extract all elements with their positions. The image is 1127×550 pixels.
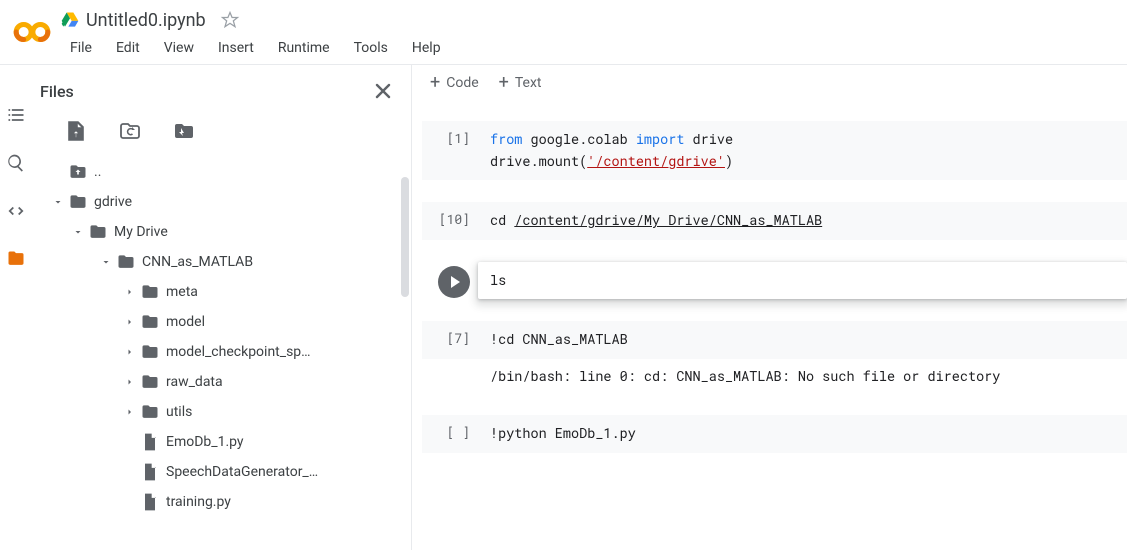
plus-icon: + bbox=[430, 76, 440, 90]
insert-toolbar: + Code + Text bbox=[412, 65, 1127, 101]
chevron-right-icon[interactable] bbox=[120, 312, 140, 332]
menu-view[interactable]: View bbox=[154, 36, 204, 60]
folder-icon bbox=[140, 282, 160, 302]
code-editor[interactable]: cd /content/gdrive/My Drive/CNN_as_MATLA… bbox=[478, 202, 1127, 240]
code-editor[interactable]: !cd CNN_as_MATLAB bbox=[478, 321, 1127, 359]
tree-label: raw_data bbox=[166, 374, 223, 390]
tree-file[interactable]: SpeechDataGenerator_… bbox=[40, 457, 411, 487]
code-cell[interactable]: [ ] !python EmoDb_1.py bbox=[422, 415, 1127, 453]
tree-label: training.py bbox=[166, 494, 231, 510]
cell-prompt: [ ] bbox=[447, 423, 470, 441]
add-text-button[interactable]: + Text bbox=[499, 75, 542, 91]
cell-prompt: [1] bbox=[447, 129, 470, 147]
chevron-right-icon[interactable] bbox=[120, 372, 140, 392]
left-rail bbox=[0, 65, 32, 550]
tree-folder-gdrive[interactable]: gdrive bbox=[40, 187, 411, 217]
tree-label: My Drive bbox=[114, 224, 168, 240]
tree-label: EmoDb_1.py bbox=[166, 434, 244, 450]
code-snippets-icon[interactable] bbox=[6, 201, 26, 221]
tree-file[interactable]: training.py bbox=[40, 487, 411, 517]
cell-output: /bin/bash: line 0: cd: CNN_as_MATLAB: No… bbox=[478, 359, 1127, 393]
notebook-main: + Code + Text [1] from google.colab impo… bbox=[412, 65, 1127, 550]
add-text-label: Text bbox=[515, 75, 542, 91]
cell-prompt: [7] bbox=[447, 329, 470, 347]
refresh-icon[interactable] bbox=[118, 119, 142, 143]
tree-label: gdrive bbox=[94, 194, 132, 210]
tree-label: utils bbox=[166, 404, 192, 420]
tree-label: .. bbox=[94, 164, 101, 180]
chevron-right-icon[interactable] bbox=[120, 402, 140, 422]
add-code-label: Code bbox=[446, 75, 478, 91]
chevron-down-icon[interactable] bbox=[48, 192, 68, 212]
code-cell[interactable]: [7] !cd CNN_as_MATLAB /bin/bash: line 0:… bbox=[422, 321, 1127, 393]
menu-edit[interactable]: Edit bbox=[106, 36, 150, 60]
play-icon bbox=[451, 276, 460, 288]
add-code-button[interactable]: + Code bbox=[430, 75, 479, 91]
tree-label: meta bbox=[166, 284, 198, 300]
chevron-down-icon[interactable] bbox=[96, 252, 116, 272]
cell-prompt: [10] bbox=[439, 210, 470, 228]
header: Untitled0.ipynb File Edit View Insert Ru… bbox=[0, 0, 1127, 64]
plus-icon: + bbox=[499, 76, 509, 90]
tree-label: model bbox=[166, 314, 205, 330]
folder-icon bbox=[140, 312, 160, 332]
file-icon bbox=[140, 492, 160, 512]
code-editor[interactable]: ls bbox=[478, 262, 1127, 300]
menubar: File Edit View Insert Runtime Tools Help bbox=[60, 36, 1127, 60]
toc-icon[interactable] bbox=[6, 105, 26, 125]
file-tree: .. gdrive My Drive CNN_as_MATLAB bbox=[32, 157, 411, 550]
document-title[interactable]: Untitled0.ipynb bbox=[86, 10, 206, 31]
tree-label: CNN_as_MATLAB bbox=[142, 254, 253, 270]
search-icon[interactable] bbox=[6, 153, 26, 173]
folder-up-icon bbox=[68, 162, 88, 182]
run-cell-button[interactable] bbox=[438, 266, 470, 298]
tree-folder[interactable]: utils bbox=[40, 397, 411, 427]
upload-icon[interactable] bbox=[64, 119, 88, 143]
tree-parent[interactable]: .. bbox=[40, 157, 411, 187]
folder-icon bbox=[88, 222, 108, 242]
tree-folder[interactable]: raw_data bbox=[40, 367, 411, 397]
colab-logo-icon bbox=[12, 12, 52, 52]
menu-tools[interactable]: Tools bbox=[344, 36, 398, 60]
tree-folder[interactable]: model bbox=[40, 307, 411, 337]
folder-icon bbox=[68, 192, 88, 212]
folder-icon bbox=[140, 402, 160, 422]
tree-folder-mydrive[interactable]: My Drive bbox=[40, 217, 411, 247]
tree-label: model_checkpoint_sp… bbox=[166, 344, 311, 360]
files-icon[interactable] bbox=[6, 249, 26, 269]
files-panel: Files .. gdrive My Drive bbox=[32, 65, 412, 550]
folder-icon bbox=[140, 372, 160, 392]
drive-icon bbox=[60, 10, 80, 30]
code-cell[interactable]: [1] from google.colab import drive drive… bbox=[422, 121, 1127, 180]
tree-folder[interactable]: meta bbox=[40, 277, 411, 307]
folder-icon bbox=[116, 252, 136, 272]
star-icon[interactable] bbox=[220, 10, 240, 30]
chevron-down-icon[interactable] bbox=[68, 222, 88, 242]
file-icon bbox=[140, 432, 160, 452]
close-icon[interactable] bbox=[371, 79, 395, 103]
chevron-right-icon[interactable] bbox=[120, 282, 140, 302]
menu-help[interactable]: Help bbox=[402, 36, 451, 60]
files-panel-title: Files bbox=[40, 82, 371, 101]
code-editor[interactable]: from google.colab import drive drive.mou… bbox=[478, 121, 1127, 180]
menu-runtime[interactable]: Runtime bbox=[268, 36, 340, 60]
cells-container: [1] from google.colab import drive drive… bbox=[412, 101, 1127, 453]
file-icon bbox=[140, 462, 160, 482]
scrollbar-thumb[interactable] bbox=[401, 177, 409, 297]
code-cell[interactable]: [10] cd /content/gdrive/My Drive/CNN_as_… bbox=[422, 202, 1127, 240]
folder-icon bbox=[140, 342, 160, 362]
chevron-right-icon[interactable] bbox=[120, 342, 140, 362]
mount-drive-icon[interactable] bbox=[172, 119, 196, 143]
code-editor[interactable]: !python EmoDb_1.py bbox=[478, 415, 1127, 453]
tree-label: SpeechDataGenerator_… bbox=[166, 464, 318, 480]
files-toolbar bbox=[32, 117, 411, 157]
menu-insert[interactable]: Insert bbox=[208, 36, 264, 60]
tree-folder[interactable]: model_checkpoint_sp… bbox=[40, 337, 411, 367]
menu-file[interactable]: File bbox=[60, 36, 102, 60]
tree-file[interactable]: EmoDb_1.py bbox=[40, 427, 411, 457]
code-cell-active[interactable]: ls bbox=[422, 262, 1127, 300]
tree-folder-cnn[interactable]: CNN_as_MATLAB bbox=[40, 247, 411, 277]
